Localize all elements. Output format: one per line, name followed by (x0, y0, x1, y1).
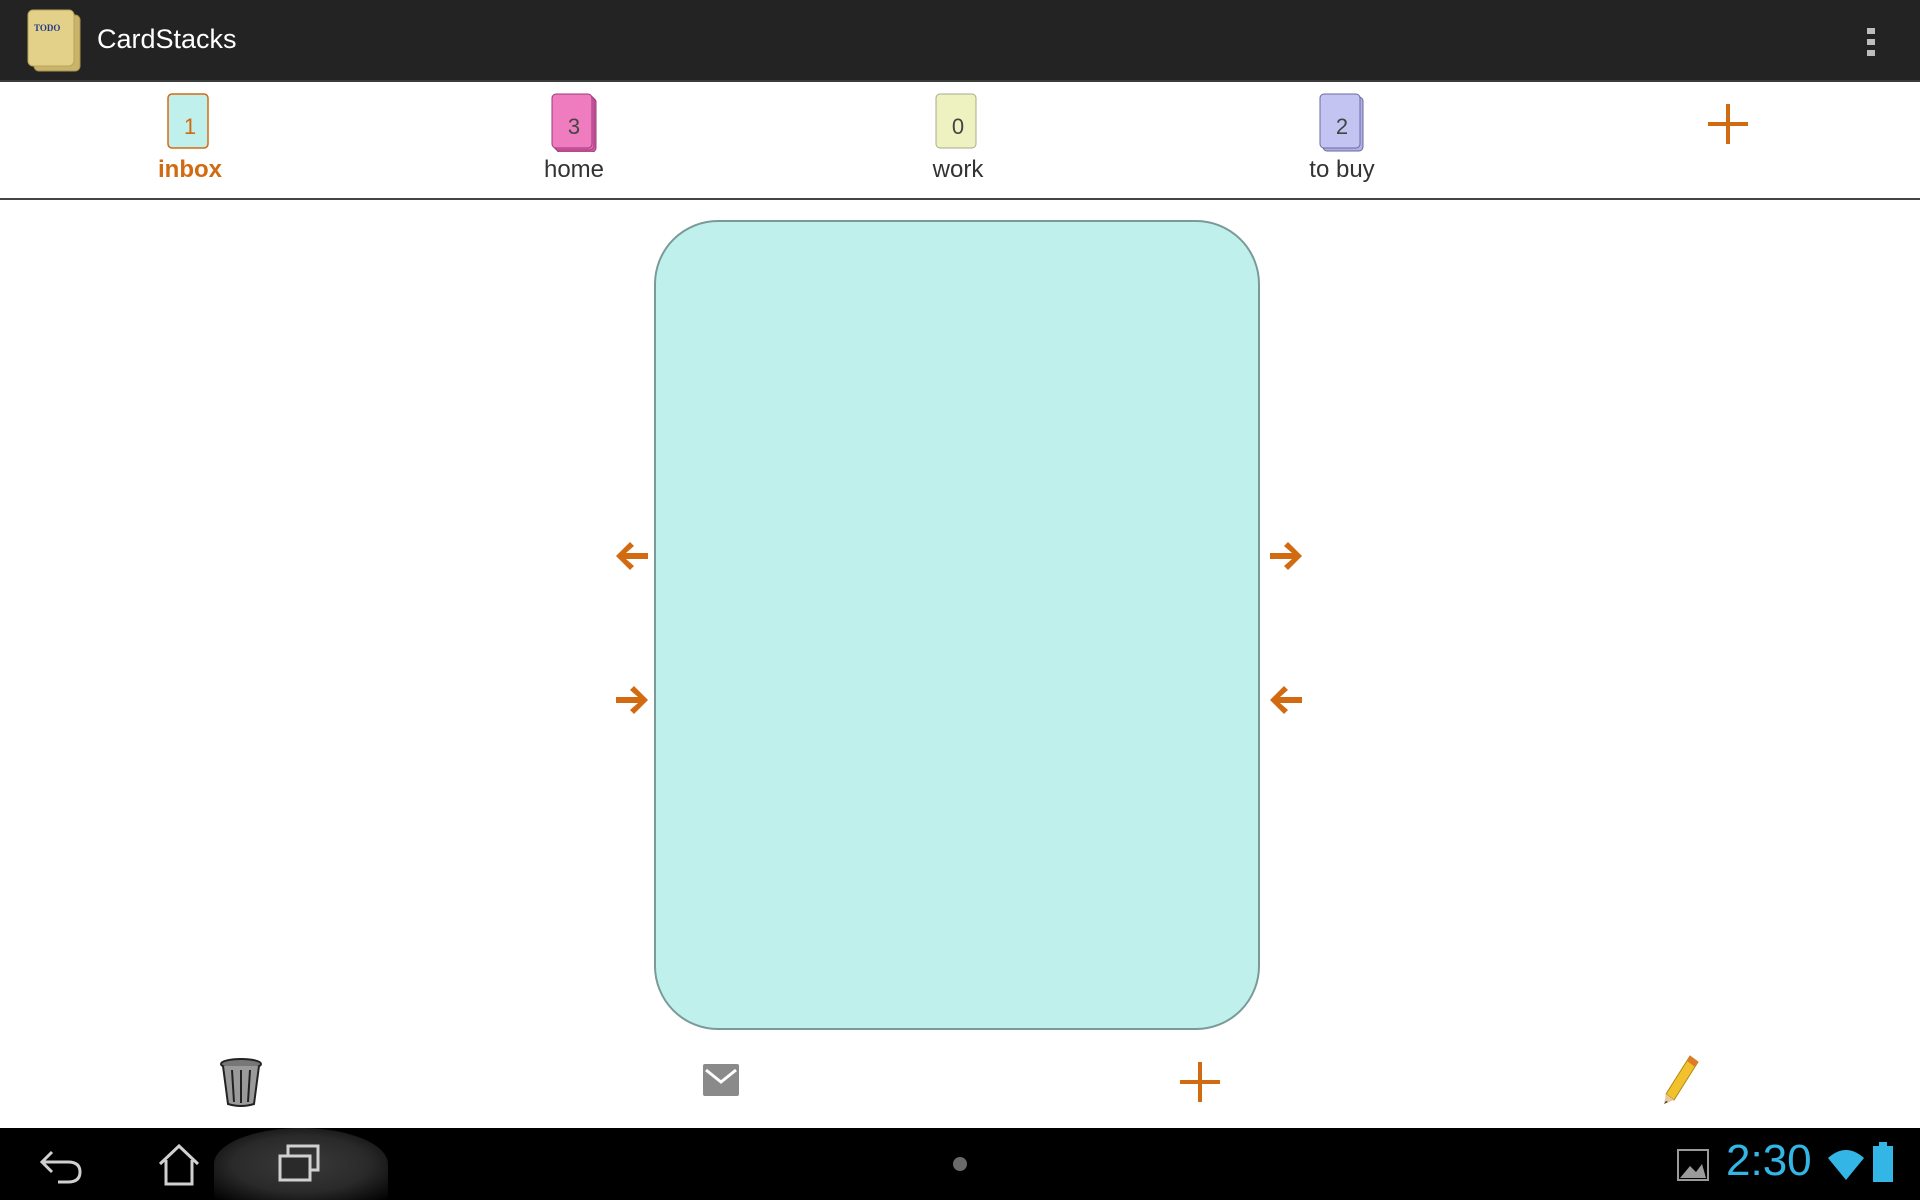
stack-label: home (543, 156, 605, 183)
edit-pencil-icon[interactable] (1660, 1054, 1700, 1111)
status-clock: 2:30 (1726, 1136, 1812, 1185)
gallery-notification-icon[interactable] (1676, 1148, 1710, 1187)
notification-dot-icon (952, 1156, 968, 1177)
receive-card-right-arrow-icon[interactable] (1266, 682, 1306, 718)
overflow-menu-icon[interactable] (1856, 22, 1886, 62)
card-toolbar (0, 1040, 1920, 1128)
app-title: CardStacks (97, 24, 237, 54)
stacks-tab-bar: 1 inbox 3 home 0 work 2 to buy (0, 82, 1920, 200)
stack-count: 1 (183, 114, 197, 139)
email-icon[interactable] (702, 1062, 740, 1103)
move-card-right-arrow-icon[interactable] (1266, 538, 1306, 574)
move-card-left-arrow-icon[interactable] (612, 538, 652, 574)
app-icon-text: TODO (34, 23, 60, 33)
action-bar: TODO CardStacks (0, 0, 1920, 82)
stack-tab-inbox[interactable]: 1 inbox (90, 82, 290, 198)
stack-label: inbox (158, 156, 222, 183)
stack-count: 0 (951, 114, 965, 139)
trash-icon[interactable] (218, 1056, 264, 1113)
current-card[interactable] (654, 220, 1260, 1030)
stack-label: work (932, 156, 984, 183)
stack-label: to buy (1309, 156, 1375, 183)
todo-cards-icon[interactable]: TODO (26, 9, 82, 73)
add-card-icon[interactable] (1178, 1060, 1222, 1109)
back-icon[interactable] (38, 1142, 84, 1191)
receive-card-left-arrow-icon[interactable] (612, 682, 652, 718)
system-nav-bar: 2:30 (0, 1128, 1920, 1200)
stack-tab-to-buy[interactable]: 2 to buy (1242, 82, 1442, 198)
add-stack-button[interactable] (1706, 102, 1750, 146)
home-icon[interactable] (156, 1142, 202, 1191)
stack-tab-work[interactable]: 0 work (858, 82, 1058, 198)
battery-icon (1872, 1142, 1894, 1189)
plus-icon (1708, 104, 1748, 144)
recent-apps-icon[interactable] (276, 1142, 322, 1191)
stack-count: 2 (1335, 114, 1349, 139)
stack-count: 3 (567, 114, 581, 139)
stack-tab-home[interactable]: 3 home (474, 82, 674, 198)
wifi-icon (1826, 1146, 1866, 1187)
